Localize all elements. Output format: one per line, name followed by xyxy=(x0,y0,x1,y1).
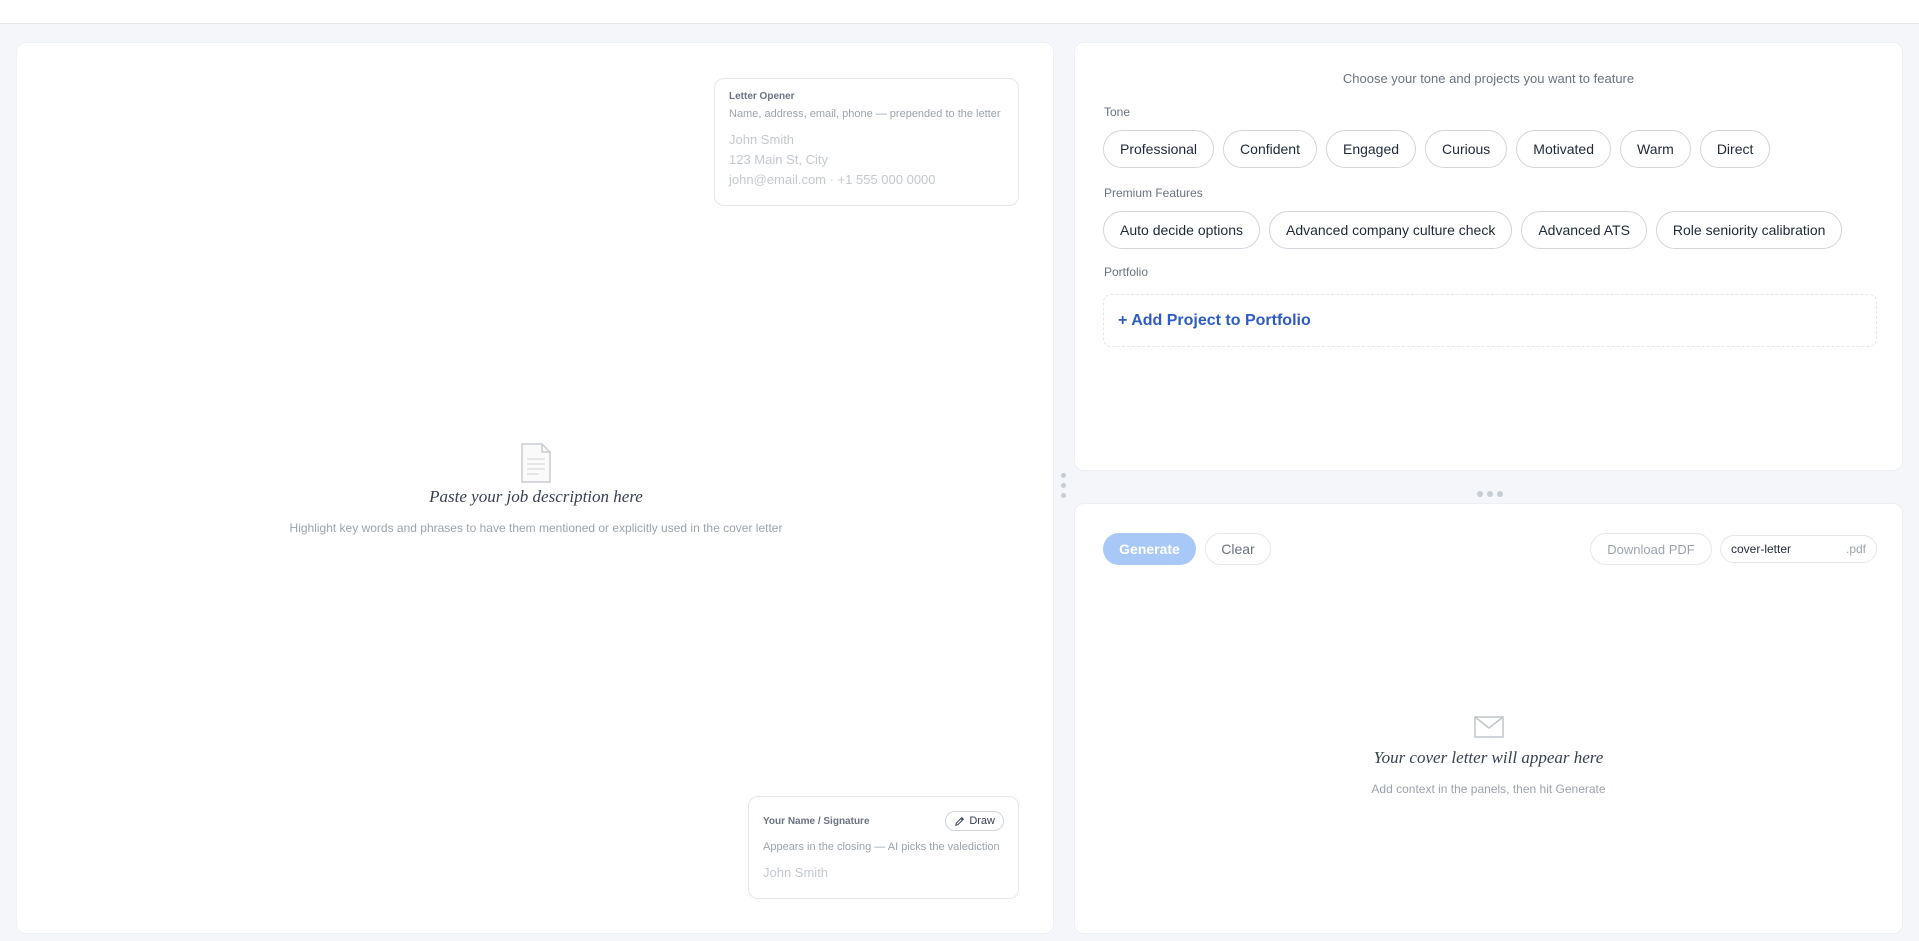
output-subtitle: Add context in the panels, then hit Gene… xyxy=(1371,782,1606,796)
opener-line-name: John Smith xyxy=(729,132,795,147)
premium-chip-advanced-ats[interactable]: Advanced ATS xyxy=(1521,211,1647,249)
letter-opener-title: Letter Opener xyxy=(729,91,795,102)
premium-chip-culture-check[interactable]: Advanced company culture check xyxy=(1268,211,1513,249)
tone-chip-professional[interactable]: Professional xyxy=(1103,130,1215,168)
top-bar xyxy=(0,0,1919,24)
filename-input[interactable] xyxy=(1731,542,1831,556)
handle-dot xyxy=(1061,473,1066,478)
handle-dot xyxy=(1061,483,1066,488)
letter-opener-field[interactable]: John Smith 123 Main St, City john@email.… xyxy=(729,130,1004,190)
premium-features-label: Premium Features xyxy=(1104,186,1203,200)
add-project-button[interactable]: + Add Project to Portfolio xyxy=(1118,312,1311,330)
file-extension: .pdf xyxy=(1845,542,1866,556)
signature-name-field[interactable]: John Smith xyxy=(763,865,1004,880)
tone-chip-direct[interactable]: Direct xyxy=(1699,130,1771,168)
handle-dot xyxy=(1497,491,1503,497)
tone-chip-confident[interactable]: Confident xyxy=(1223,130,1317,168)
output-title: Your cover letter will appear here xyxy=(1373,748,1604,767)
portfolio-label: Portfolio xyxy=(1104,265,1149,279)
draw-signature-button[interactable]: Draw xyxy=(945,811,1004,831)
paste-placeholder: Paste your job description here Highligh… xyxy=(17,443,1055,535)
handle-dot xyxy=(1487,491,1493,497)
mail-icon xyxy=(1473,716,1504,738)
options-panel: Choose your tone and projects you want t… xyxy=(1074,42,1903,471)
letter-opener-subtitle: Name, address, email, phone — prepended … xyxy=(729,108,1001,120)
handle-dot xyxy=(1477,491,1483,497)
opener-line-contact: john@email.com · +1 555 000 0000 xyxy=(729,172,936,187)
portfolio-box: + Add Project to Portfolio xyxy=(1103,294,1877,347)
premium-chip-seniority[interactable]: Role seniority calibration xyxy=(1655,211,1843,249)
tone-chip-motivated[interactable]: Motivated xyxy=(1516,130,1611,168)
options-header: Choose your tone and projects you want t… xyxy=(1342,71,1635,86)
filename-field: .pdf xyxy=(1720,535,1877,563)
paste-title: Paste your job description here xyxy=(429,487,643,506)
generate-button[interactable]: Generate xyxy=(1103,533,1196,565)
output-panel: Generate Clear Download PDF .pdf Your co… xyxy=(1074,503,1903,934)
signature-title: Your Name / Signature xyxy=(763,815,870,827)
letter-opener-card[interactable]: Letter Opener Name, address, email, phon… xyxy=(714,78,1019,206)
vertical-resize-handle[interactable] xyxy=(1061,473,1067,503)
tone-chip-curious[interactable]: Curious xyxy=(1425,130,1508,168)
tone-chip-row: Professional Confident Engaged Curious M… xyxy=(1103,130,1771,168)
download-pdf-button[interactable]: Download PDF xyxy=(1590,533,1712,565)
handle-dot xyxy=(1061,493,1066,498)
tone-chip-engaged[interactable]: Engaged xyxy=(1325,130,1417,168)
signature-card[interactable]: Your Name / Signature Draw Appears in th… xyxy=(748,796,1019,899)
signature-subtitle: Appears in the closing — AI picks the va… xyxy=(763,841,1000,853)
job-description-panel[interactable]: Letter Opener Name, address, email, phon… xyxy=(16,42,1054,934)
clear-button[interactable]: Clear xyxy=(1205,533,1271,565)
document-icon xyxy=(521,443,551,483)
premium-chip-row: Auto decide options Advanced company cul… xyxy=(1103,211,1843,249)
paste-subtitle: Highlight key words and phrases to have … xyxy=(289,521,783,535)
horizontal-resize-handle[interactable] xyxy=(1477,491,1503,497)
draw-label: Draw xyxy=(969,815,995,827)
tone-label: Tone xyxy=(1104,105,1131,119)
pencil-icon xyxy=(955,816,965,826)
tone-chip-warm[interactable]: Warm xyxy=(1620,130,1691,168)
premium-chip-auto-decide[interactable]: Auto decide options xyxy=(1103,211,1260,249)
opener-line-address: 123 Main St, City xyxy=(729,152,828,167)
output-placeholder: Your cover letter will appear here Add c… xyxy=(1075,716,1902,796)
